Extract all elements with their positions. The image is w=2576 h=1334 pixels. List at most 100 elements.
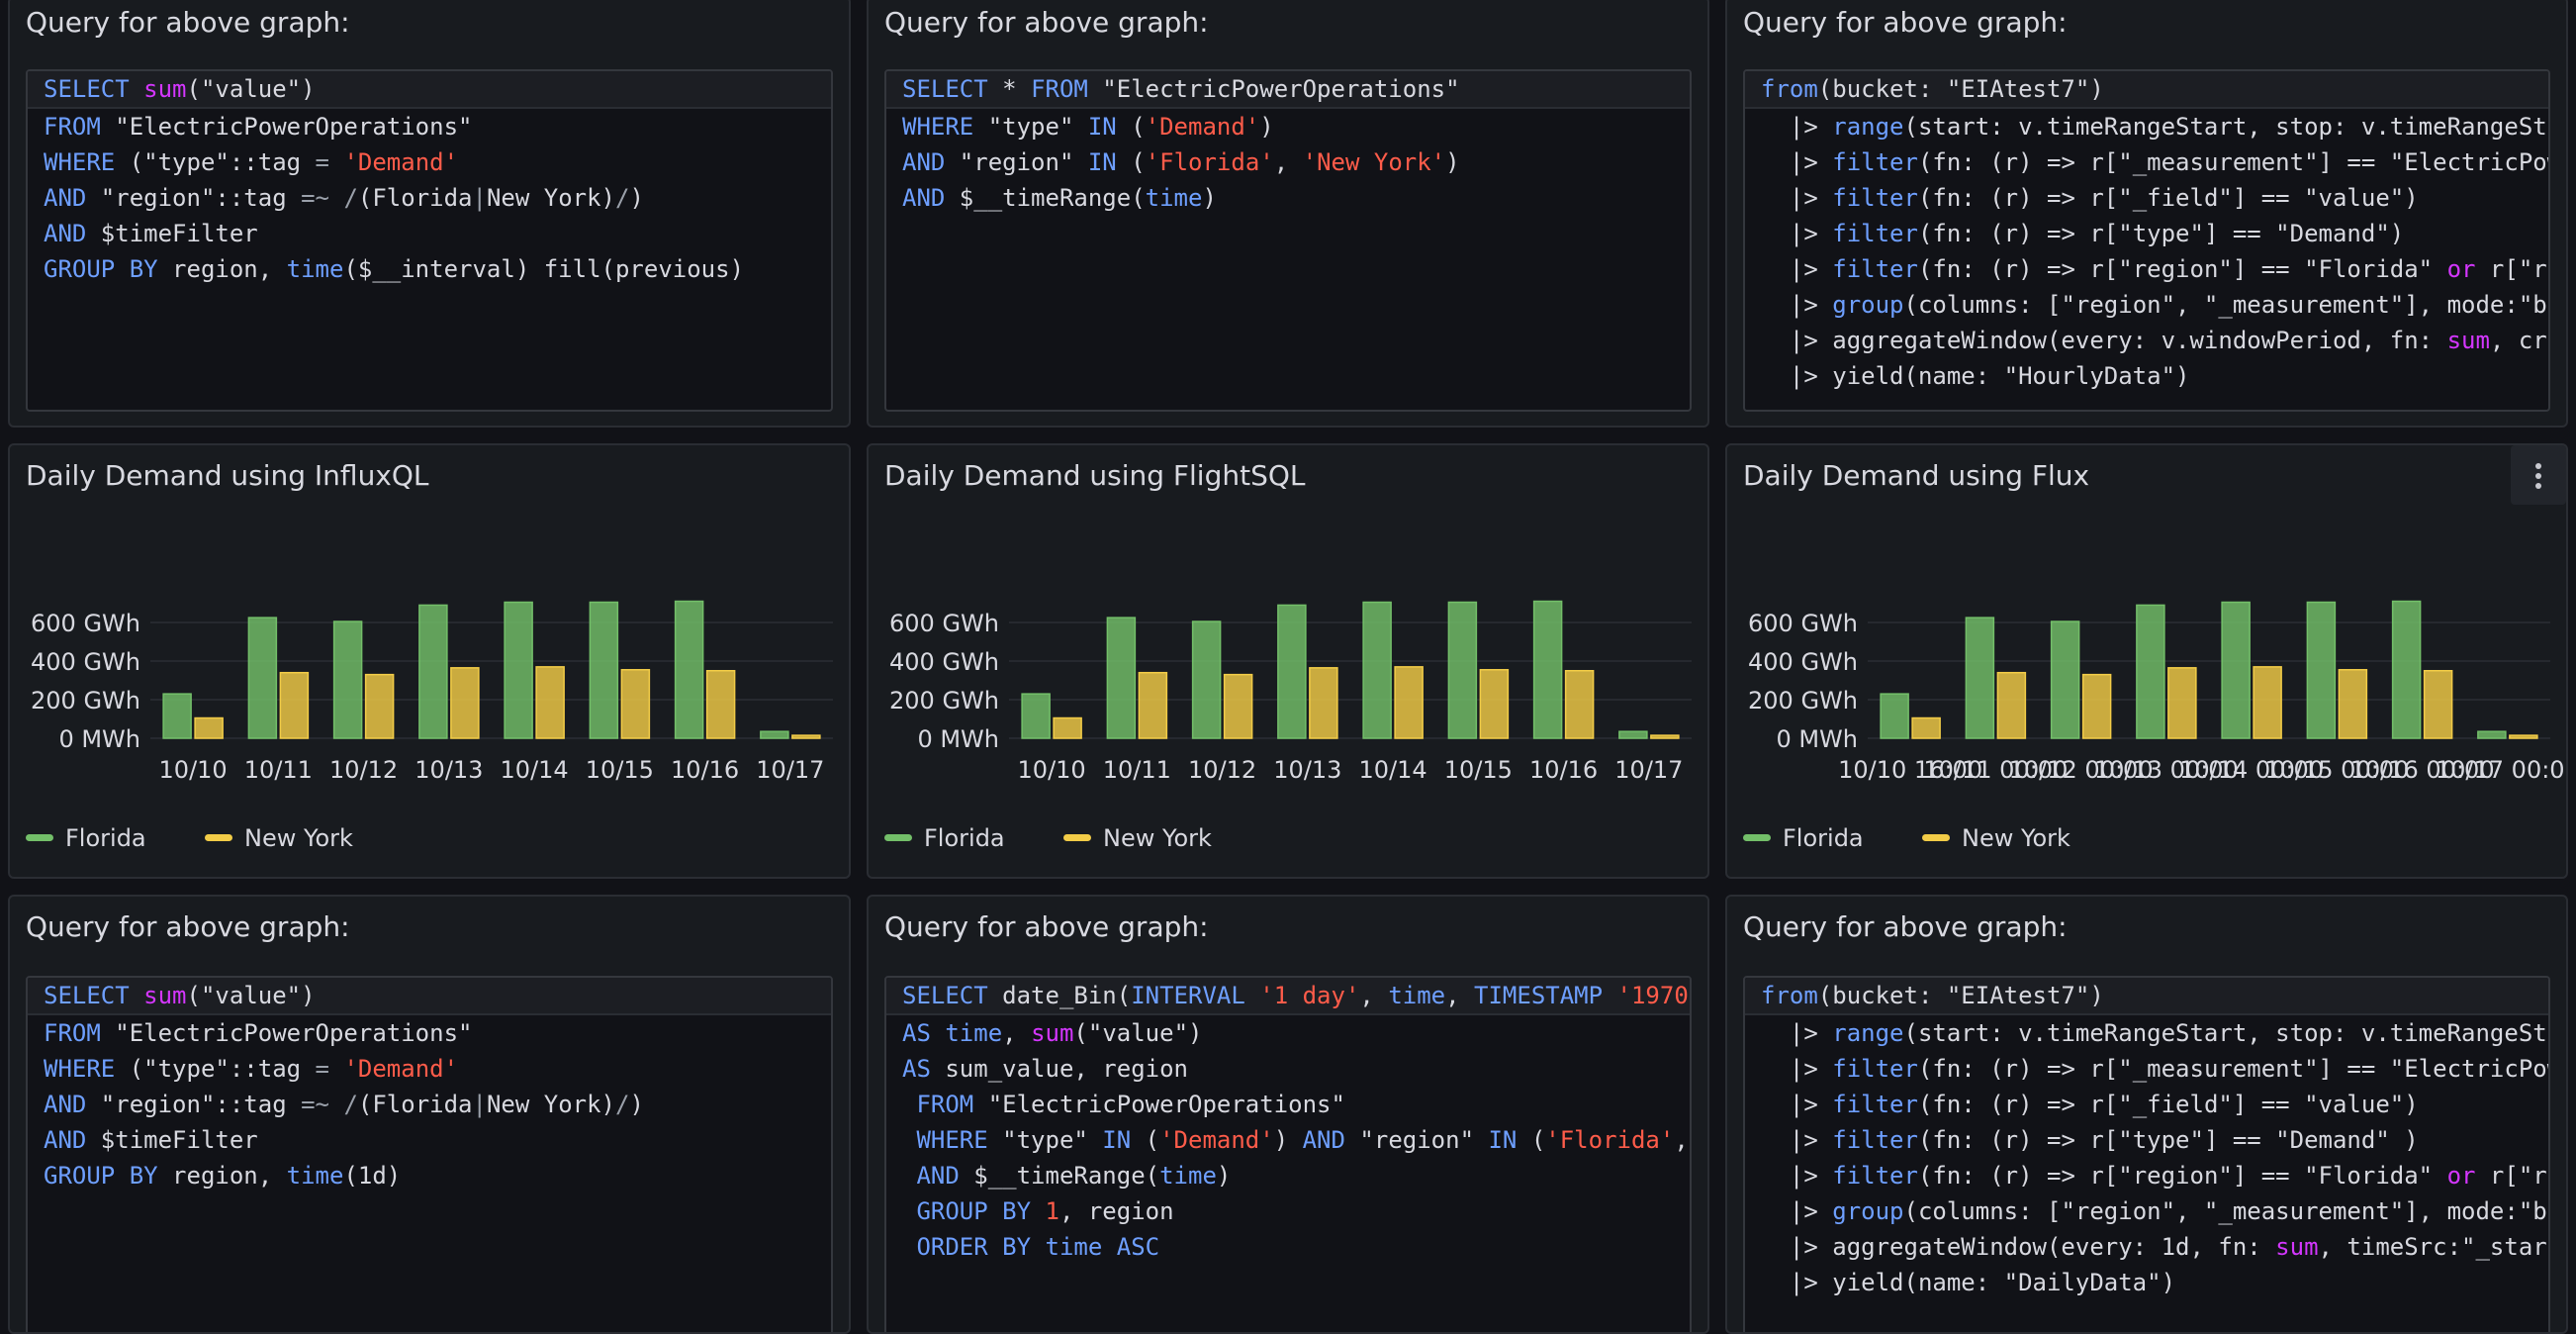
bar-florida[interactable] xyxy=(1277,604,1307,739)
query-panel-flightsql-top[interactable]: Query for above graph: SELECT * FROM "El… xyxy=(867,0,1709,428)
bar-florida[interactable] xyxy=(2391,600,2422,739)
query-panel-flux-top[interactable]: Query for above graph: from(bucket: "EIA… xyxy=(1725,0,2568,428)
bar-new-york[interactable] xyxy=(1138,671,1168,739)
legend-label[interactable]: New York xyxy=(1962,824,2070,852)
bar-florida[interactable] xyxy=(1965,617,1995,739)
legend-label[interactable]: Florida xyxy=(65,824,146,852)
bar-florida[interactable] xyxy=(1191,620,1222,739)
x-tick-label: 10/14 xyxy=(1359,756,1427,784)
bar-new-york[interactable] xyxy=(1394,666,1424,739)
bar-new-york[interactable] xyxy=(1223,673,1253,739)
legend-label[interactable]: New York xyxy=(244,824,353,852)
bar-florida[interactable] xyxy=(589,601,619,739)
legend-swatch[interactable] xyxy=(884,834,912,841)
bar-florida[interactable] xyxy=(1447,601,1478,739)
legend-swatch[interactable] xyxy=(205,834,232,841)
chart-panel-influxql[interactable]: 0 MWh 200 GWh 400 GWh 600 GWh 10/10 10/11 10/1… xyxy=(8,443,851,879)
query-panel-influxql-top[interactable]: Query for above graph: SELECT sum("value… xyxy=(8,0,851,428)
bar-florida[interactable] xyxy=(162,693,192,739)
y-tick-label: 600 GWh xyxy=(1748,610,1858,637)
bar-florida[interactable] xyxy=(2477,730,2507,739)
bar-new-york[interactable] xyxy=(620,669,651,739)
bar-new-york[interactable] xyxy=(2338,669,2368,739)
query-editor[interactable]: SELECT sum("value") FROM "ElectricPowerOp… xyxy=(26,976,833,1332)
code-token: SELECT xyxy=(902,982,988,1009)
query-panel-influxql-bottom[interactable]: Query for above graph: SELECT sum("value… xyxy=(8,895,851,1334)
bar-florida[interactable] xyxy=(504,601,533,739)
code-token: , region xyxy=(1058,1197,1174,1225)
legend-swatch[interactable] xyxy=(1063,834,1091,841)
x-tick-label: 10/17 00:00 xyxy=(2436,756,2568,784)
bar-florida[interactable] xyxy=(332,620,363,739)
bar-florida[interactable] xyxy=(1532,600,1563,739)
chart-panel-flux[interactable]: 0 MWh 200 GWh 400 GWh 600 GWh 10/10 16:00 10/… xyxy=(1725,443,2568,879)
bar-florida[interactable] xyxy=(674,600,704,739)
bar-new-york[interactable] xyxy=(364,673,395,739)
bar-florida[interactable] xyxy=(2306,601,2337,739)
bar-florida[interactable] xyxy=(418,604,448,739)
panel-menu-button[interactable] xyxy=(2511,445,2566,505)
chart-title: Daily Demand using Flux xyxy=(1743,459,2090,492)
query-editor[interactable]: from(bucket: "EIAtest7") |> range(start:… xyxy=(1743,69,2550,412)
legend-label[interactable]: Florida xyxy=(1783,824,1864,852)
bar-florida[interactable] xyxy=(247,617,278,739)
query-editor[interactable]: SELECT * FROM "ElectricPowerOperations" W… xyxy=(884,69,1692,412)
legend-swatch[interactable] xyxy=(1922,834,1950,841)
bar-new-york[interactable] xyxy=(194,716,224,739)
code-token: 'Demand' xyxy=(343,148,459,176)
code-token: |> yield(name: "HourlyData") xyxy=(1761,362,2190,390)
legend-label[interactable]: Florida xyxy=(924,824,1005,852)
code-token: time xyxy=(286,1162,344,1190)
bar-new-york[interactable] xyxy=(2167,667,2197,739)
code-token: SELECT xyxy=(44,982,130,1009)
code-token: ORDER BY xyxy=(916,1233,1032,1261)
code-line: |> filter(fn: (r) => r["region"] == "Flo… xyxy=(1745,251,2548,287)
bar-florida[interactable] xyxy=(1021,693,1051,739)
code-line: AND $timeFilter xyxy=(28,216,831,251)
bar-new-york[interactable] xyxy=(705,670,736,739)
code-token: |> xyxy=(1761,1197,1833,1225)
code-token: TIMESTAMP xyxy=(1474,982,1604,1009)
bar-new-york[interactable] xyxy=(1479,669,1510,739)
query-editor[interactable]: from(bucket: "EIAtest7") |> range(start:… xyxy=(1743,976,2550,1332)
bar-new-york[interactable] xyxy=(1309,667,1338,739)
bar-new-york[interactable] xyxy=(535,666,565,739)
code-line: SELECT date_Bin(INTERVAL '1 day', time, … xyxy=(886,978,1690,1015)
bar-new-york[interactable] xyxy=(2423,670,2453,739)
bar-florida[interactable] xyxy=(1106,617,1137,739)
bar-florida[interactable] xyxy=(1362,601,1392,739)
chart-panel-flightsql[interactable]: 0 MWh 200 GWh 400 GWh 600 GWh 10/10 10/11 10/1… xyxy=(867,443,1709,879)
query-panel-flux-bottom[interactable]: Query for above graph: from(bucket: "EIA… xyxy=(1725,895,2568,1334)
y-tick-label: 600 GWh xyxy=(889,610,999,637)
code-line: AS time, sum("value") xyxy=(886,1015,1690,1051)
bar-florida[interactable] xyxy=(1618,730,1648,739)
bar-new-york[interactable] xyxy=(1564,670,1595,739)
y-tick-label: 600 GWh xyxy=(31,610,140,637)
code-token: WHERE xyxy=(44,148,116,176)
bar-new-york[interactable] xyxy=(1911,716,1941,739)
bar-new-york[interactable] xyxy=(2253,666,2282,739)
bar-florida[interactable] xyxy=(2221,601,2251,739)
bar-new-york[interactable] xyxy=(279,671,310,739)
legend-swatch[interactable] xyxy=(1743,834,1771,841)
bar-new-york[interactable] xyxy=(450,667,480,739)
bar-florida[interactable] xyxy=(2136,604,2165,739)
bar-new-york[interactable] xyxy=(2509,734,2538,739)
code-token: (columns: ["region", "_measurement"], mo… xyxy=(1903,291,2550,319)
bar-florida[interactable] xyxy=(2050,620,2080,739)
query-panel-flightsql-bottom[interactable]: Query for above graph: SELECT date_Bin(I… xyxy=(867,895,1709,1334)
query-editor[interactable]: SELECT sum("value") FROM "ElectricPowerOp… xyxy=(26,69,833,412)
bar-new-york[interactable] xyxy=(1996,671,2027,739)
bar-new-york[interactable] xyxy=(2081,673,2112,739)
legend-swatch[interactable] xyxy=(26,834,53,841)
bar-new-york[interactable] xyxy=(791,734,821,739)
query-editor[interactable]: SELECT date_Bin(INTERVAL '1 day', time , … xyxy=(884,976,1692,1332)
bar-florida[interactable] xyxy=(760,730,789,739)
legend-label[interactable]: New York xyxy=(1103,824,1212,852)
bar-florida[interactable] xyxy=(1880,693,1909,739)
code-token: , xyxy=(1273,148,1303,176)
bar-new-york[interactable] xyxy=(1053,716,1082,739)
bar-new-york[interactable] xyxy=(1650,734,1680,739)
